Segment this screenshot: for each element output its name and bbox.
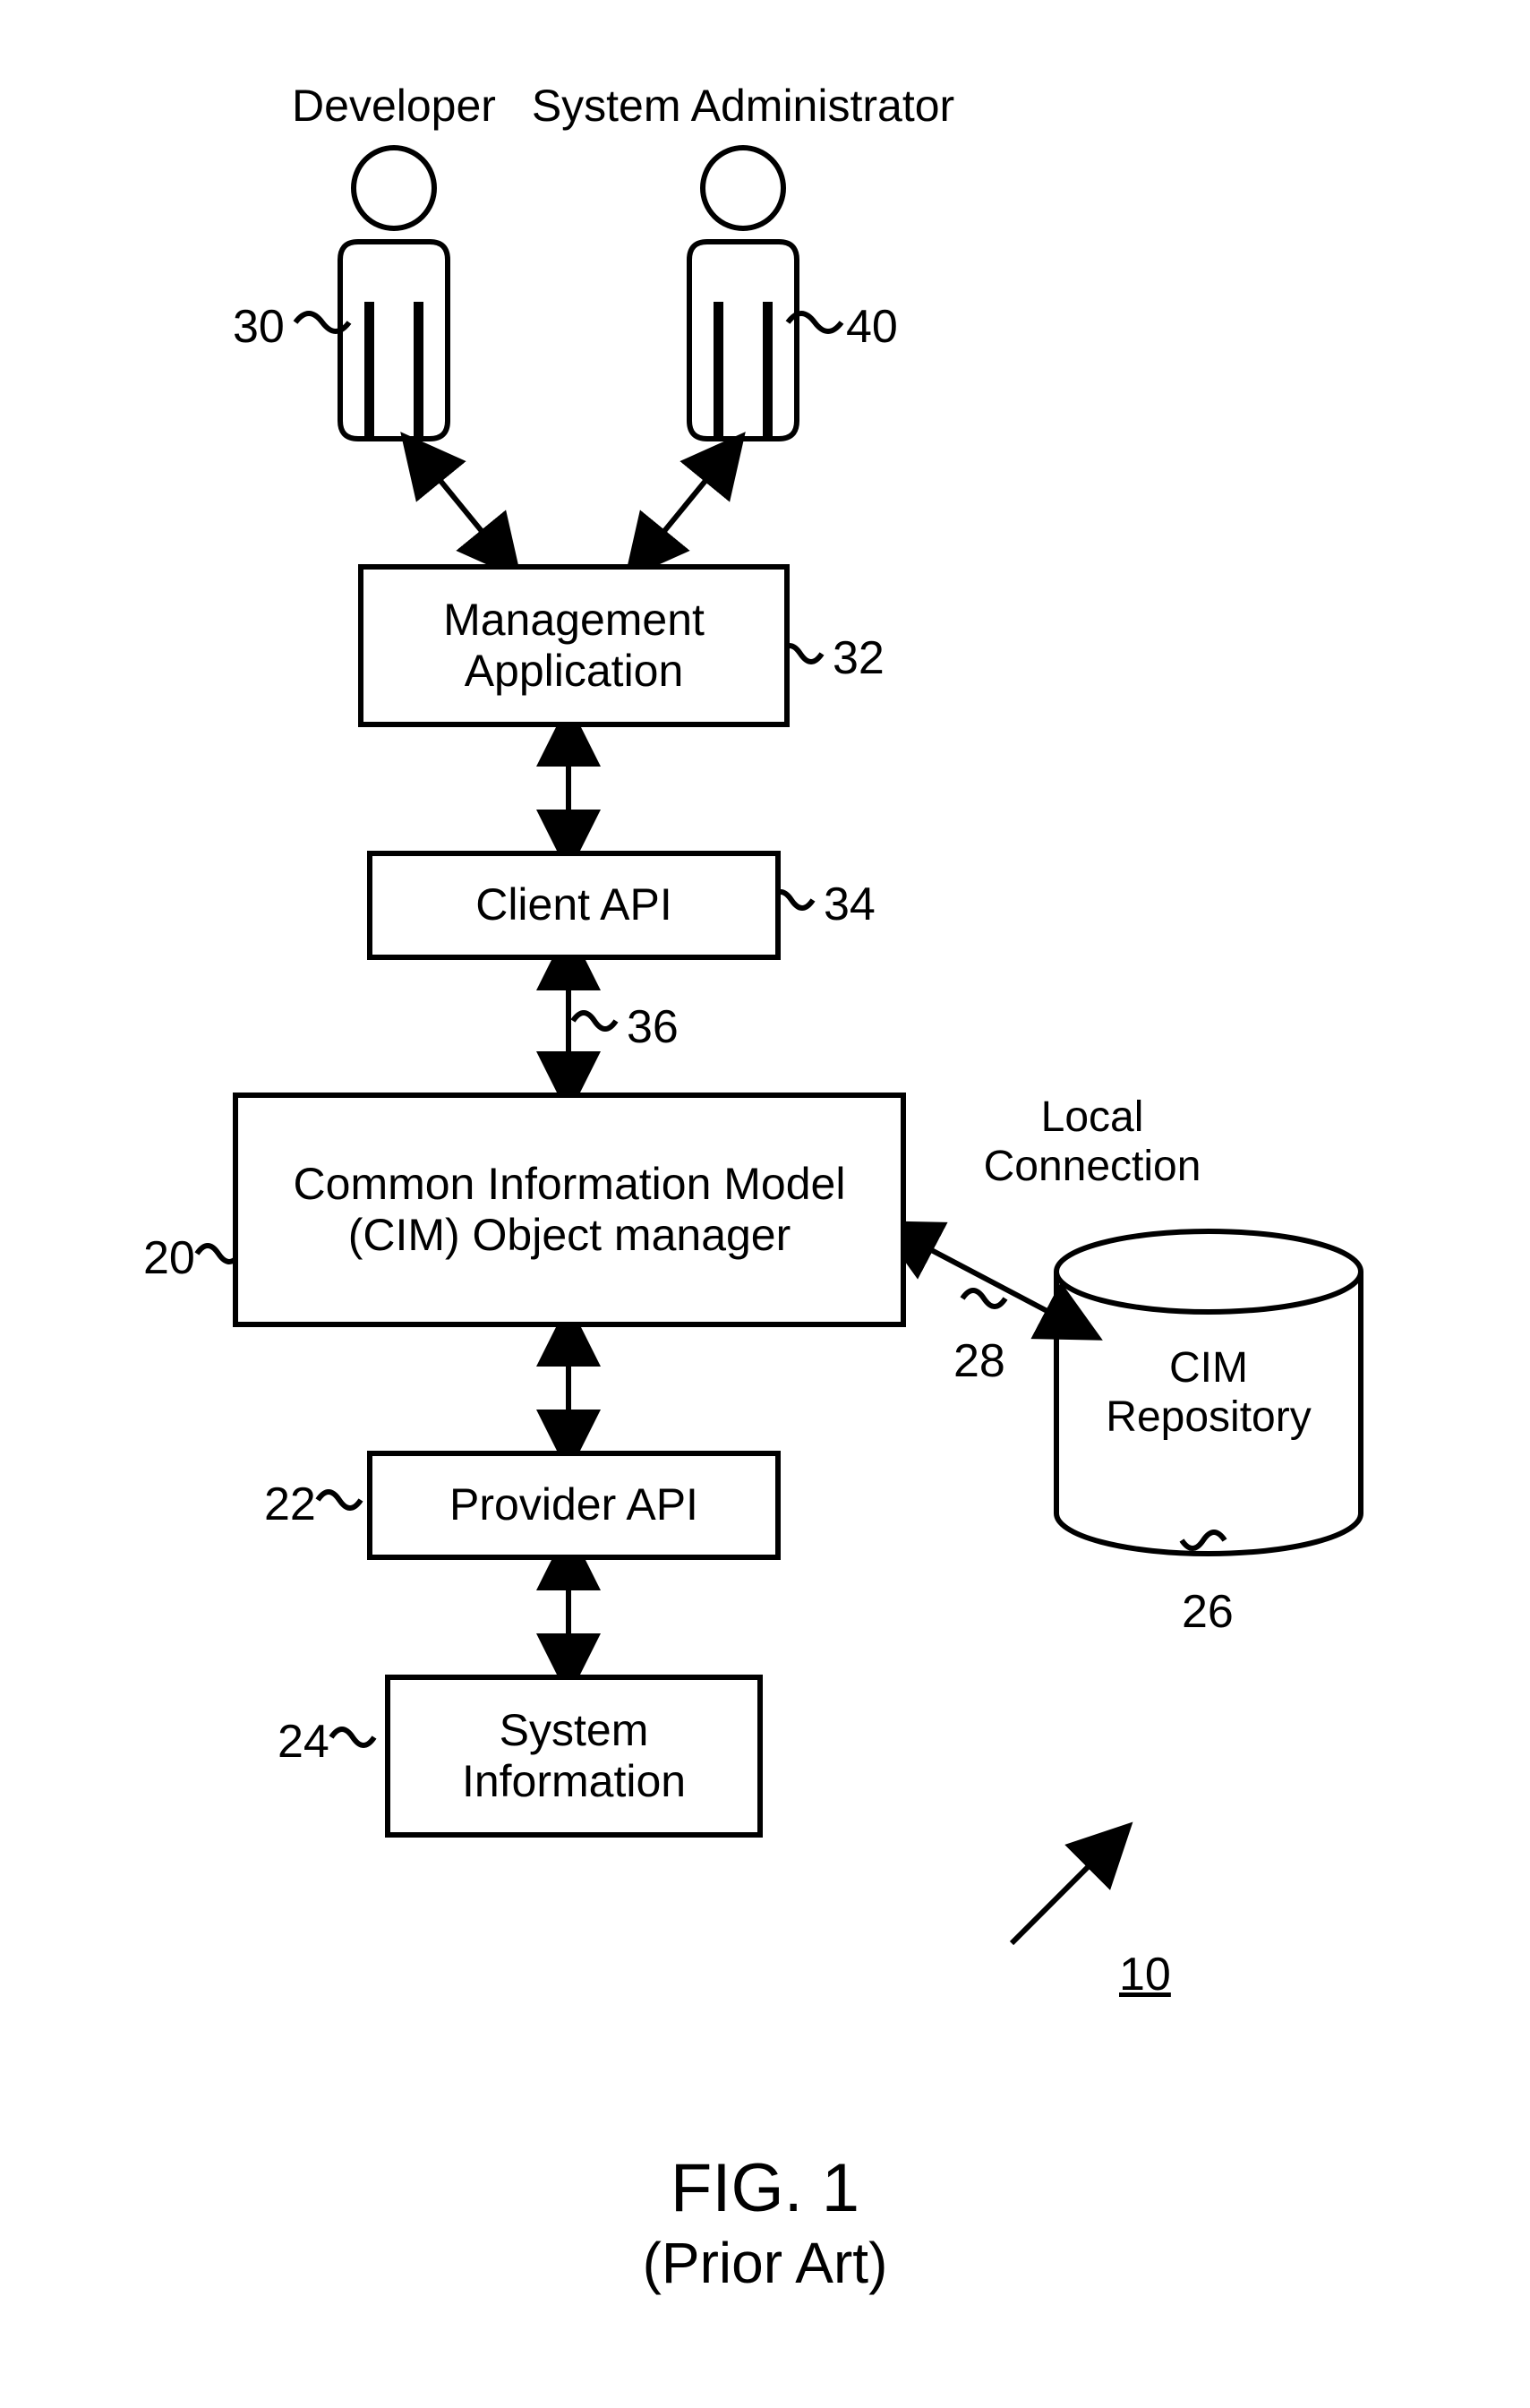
system-information-text: System Information <box>462 1705 686 1808</box>
figure-title: FIG. 1 <box>0 2149 1530 2227</box>
client-api-box: Client API <box>367 851 781 960</box>
ref-10: 10 <box>1119 1948 1171 2001</box>
ref-32: 32 <box>833 631 885 685</box>
sysadmin-label: System Administrator <box>528 81 958 133</box>
ref-40: 40 <box>846 300 898 354</box>
provider-api-text: Provider API <box>449 1479 698 1531</box>
ref-24: 24 <box>278 1715 329 1769</box>
ref-22: 22 <box>264 1478 316 1531</box>
provider-api-box: Provider API <box>367 1451 781 1560</box>
squiggle-26 <box>1182 1532 1225 1548</box>
squiggle-24 <box>331 1729 374 1745</box>
ref-30: 30 <box>233 300 285 354</box>
arrow-sysadmin-mgmt <box>645 457 725 555</box>
cim-repository-label: CIM Repository <box>1101 1343 1316 1442</box>
pointer-10 <box>1012 1845 1110 1943</box>
management-application-text: Management Application <box>443 595 705 698</box>
ref-20: 20 <box>143 1231 195 1285</box>
arrow-developer-mgmt <box>421 457 501 555</box>
arrow-cim-repo <box>904 1236 1074 1325</box>
system-information-box: System Information <box>385 1675 763 1838</box>
local-connection-label: Local Connection <box>976 1093 1209 1191</box>
squiggle-28 <box>962 1290 1005 1307</box>
ref-28: 28 <box>953 1334 1005 1388</box>
client-api-text: Client API <box>475 879 672 931</box>
developer-icon <box>340 148 448 439</box>
ref-36: 36 <box>627 1000 679 1054</box>
ref-34: 34 <box>824 878 876 931</box>
sysadmin-icon <box>689 148 797 439</box>
squiggle-36 <box>573 1013 616 1029</box>
diagram-canvas: Developer System Administrator Managemen… <box>0 0 1530 2408</box>
ref-26: 26 <box>1182 1585 1234 1639</box>
management-application-box: Management Application <box>358 564 790 727</box>
figure-subtitle: (Prior Art) <box>0 2230 1530 2296</box>
developer-label: Developer <box>269 81 519 133</box>
squiggle-22 <box>318 1492 361 1508</box>
cim-object-manager-box: Common Information Model (CIM) Object ma… <box>233 1093 906 1327</box>
cim-object-manager-text: Common Information Model (CIM) Object ma… <box>294 1159 846 1262</box>
